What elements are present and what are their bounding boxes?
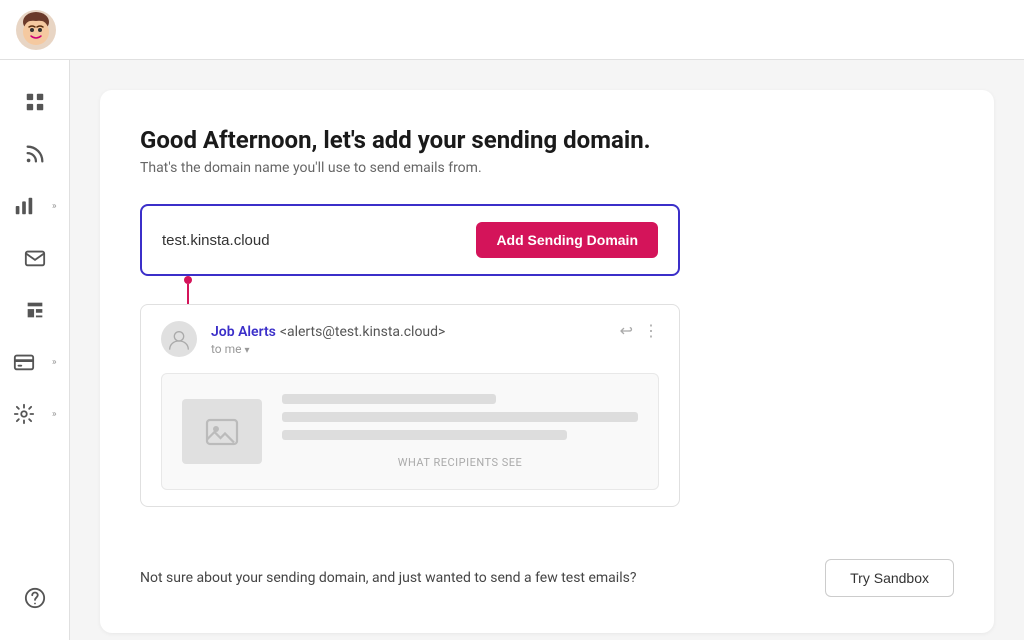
email-image-placeholder xyxy=(182,399,262,464)
rss-icon xyxy=(24,143,46,165)
billing-icon xyxy=(13,351,35,373)
domain-input-area: Add Sending Domain xyxy=(140,204,680,276)
analytics-chevron: » xyxy=(52,201,57,212)
email-from: Job Alerts <alerts@test.kinsta.cloud> to… xyxy=(211,321,606,356)
settings-icon xyxy=(13,403,35,425)
email-sender-line: Job Alerts <alerts@test.kinsta.cloud> xyxy=(211,321,606,340)
try-sandbox-button[interactable]: Try Sandbox xyxy=(825,559,954,597)
email-preview-card: Job Alerts <alerts@test.kinsta.cloud> to… xyxy=(140,304,680,507)
sidebar-item-analytics[interactable]: » xyxy=(7,184,63,228)
email-sender-name: Job Alerts xyxy=(211,324,276,340)
top-bar xyxy=(0,0,1024,60)
email-header: Job Alerts <alerts@test.kinsta.cloud> to… xyxy=(161,321,659,357)
page-subtitle: That's the domain name you'll use to sen… xyxy=(140,160,954,176)
domain-input[interactable] xyxy=(162,232,460,249)
more-options-icon[interactable]: ⋮ xyxy=(643,321,659,340)
page-title: Good Afternoon, let's add your sending d… xyxy=(140,126,954,154)
templates-icon xyxy=(24,299,46,321)
help-icon xyxy=(24,587,46,609)
billing-chevron: » xyxy=(52,357,57,368)
connector-line xyxy=(187,284,189,304)
email-actions: ↩ ⋮ xyxy=(620,321,659,340)
main-content: Good Afternoon, let's add your sending d… xyxy=(70,60,1024,640)
sidebar-item-rss[interactable] xyxy=(11,132,59,176)
sidebar-item-templates[interactable] xyxy=(11,288,59,332)
sidebar-item-settings[interactable]: » xyxy=(7,392,63,436)
connector xyxy=(180,276,954,304)
bottom-section: Not sure about your sending domain, and … xyxy=(140,539,954,597)
email-sender-addr: <alerts@test.kinsta.cloud> xyxy=(280,324,446,340)
email-body-preview: WHAT RECIPIENTS SEE xyxy=(161,373,659,490)
connector-dot xyxy=(184,276,192,284)
email-content-lines: WHAT RECIPIENTS SEE xyxy=(282,394,638,469)
sidebar-item-help[interactable] xyxy=(11,576,59,620)
sidebar: » » » xyxy=(0,0,70,640)
email-icon xyxy=(24,247,46,269)
person-icon xyxy=(167,327,191,351)
sidebar-item-dashboard[interactable] xyxy=(11,80,59,124)
email-to-arrow: ▾ xyxy=(245,345,250,356)
add-sending-domain-button[interactable]: Add Sending Domain xyxy=(476,222,658,258)
image-icon xyxy=(204,414,240,450)
main-card: Good Afternoon, let's add your sending d… xyxy=(100,90,994,633)
sidebar-item-email[interactable] xyxy=(11,236,59,280)
content-line-3 xyxy=(282,430,567,440)
settings-chevron: » xyxy=(52,409,57,420)
what-recipients-see-label: WHAT RECIPIENTS SEE xyxy=(282,456,638,469)
analytics-icon xyxy=(13,195,35,217)
reply-icon[interactable]: ↩ xyxy=(620,321,633,340)
avatar[interactable] xyxy=(16,10,56,50)
sidebar-item-billing[interactable]: » xyxy=(7,340,63,384)
email-avatar xyxy=(161,321,197,357)
email-to: to me ▾ xyxy=(211,342,606,356)
content-line-2 xyxy=(282,412,638,422)
sandbox-description: Not sure about your sending domain, and … xyxy=(140,568,636,589)
content-line-1 xyxy=(282,394,496,404)
dashboard-icon xyxy=(24,91,46,113)
